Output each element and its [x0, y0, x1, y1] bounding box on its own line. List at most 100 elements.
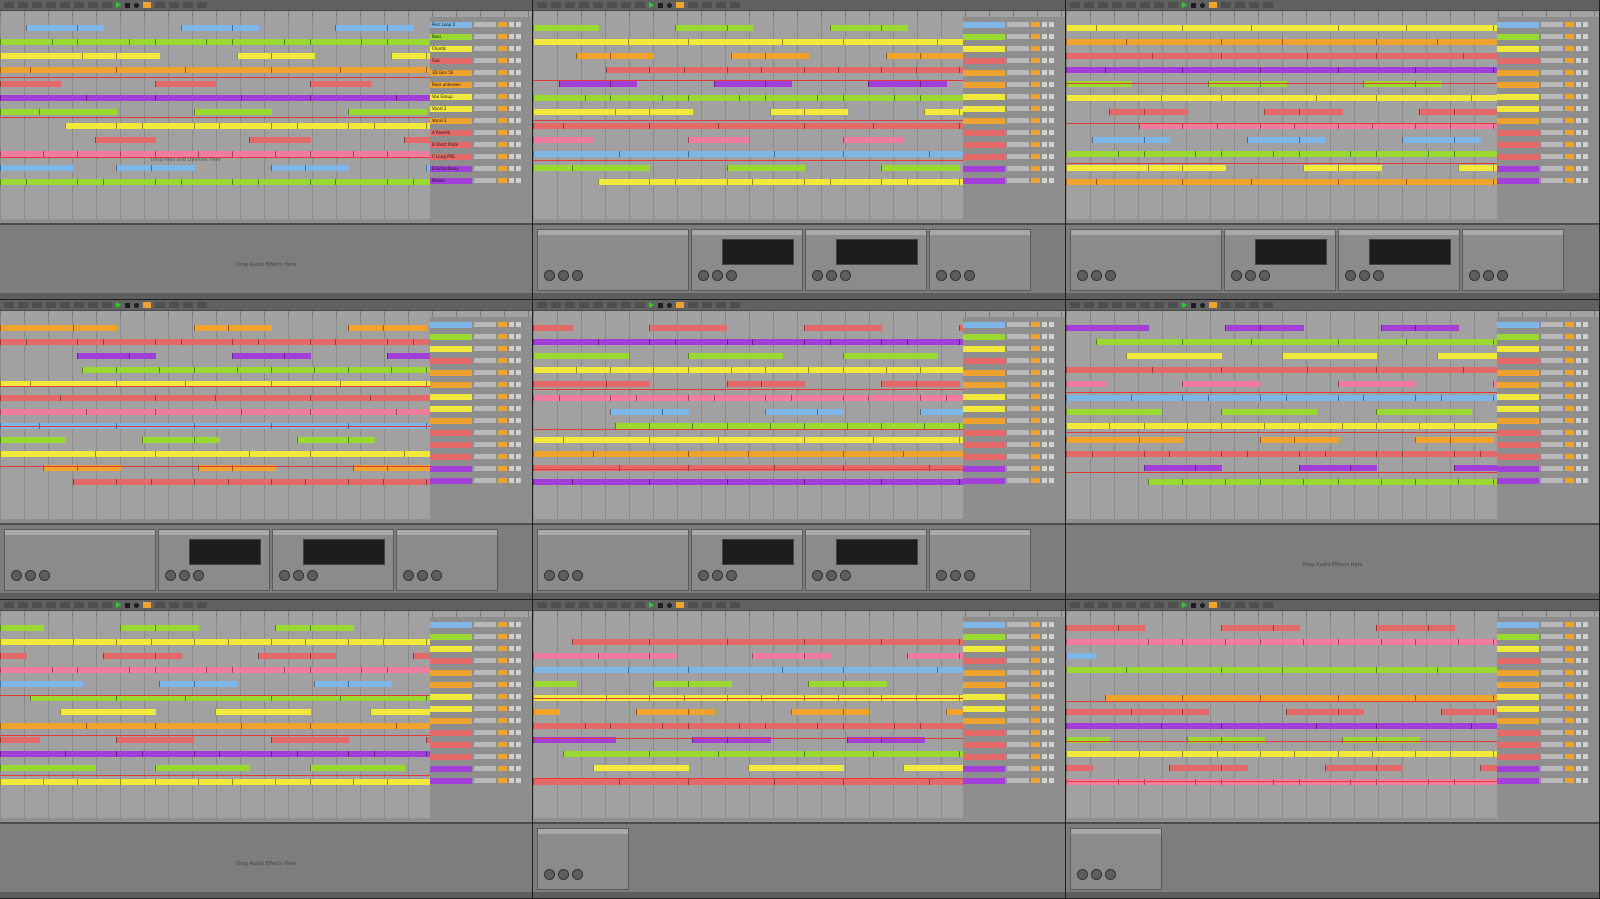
clip[interactable]: [77, 353, 130, 359]
knob[interactable]: [1245, 270, 1256, 281]
track-activator[interactable]: [1031, 142, 1040, 147]
automation-line[interactable]: [533, 389, 963, 390]
clip[interactable]: [915, 67, 960, 73]
track-lane[interactable]: [1066, 409, 1497, 415]
automation-line[interactable]: [0, 735, 430, 736]
clip[interactable]: [1066, 81, 1132, 87]
clip[interactable]: [760, 381, 805, 387]
clip[interactable]: [649, 109, 694, 115]
mixer-strip[interactable]: [430, 321, 532, 328]
solo-button[interactable]: [1576, 454, 1581, 459]
track-activator[interactable]: [498, 346, 507, 351]
clip[interactable]: [1436, 667, 1498, 673]
clip[interactable]: [1221, 53, 1309, 59]
solo-button[interactable]: [1042, 22, 1047, 27]
track-name[interactable]: [1497, 321, 1539, 328]
clip[interactable]: [1453, 151, 1498, 157]
track-lane[interactable]: [0, 653, 431, 659]
track-name[interactable]: [963, 33, 1005, 40]
routing-selector[interactable]: [1007, 166, 1029, 171]
mixer-strip[interactable]: [963, 93, 1065, 100]
clip[interactable]: [1337, 639, 1382, 645]
clip[interactable]: [1415, 639, 1460, 645]
arm-button[interactable]: [1049, 94, 1054, 99]
device-title-bar[interactable]: [692, 530, 802, 535]
device-title-bar[interactable]: [538, 530, 688, 535]
arm-button[interactable]: [516, 46, 521, 51]
track-activator[interactable]: [1565, 670, 1574, 675]
solo-button[interactable]: [509, 370, 514, 375]
routing-selector[interactable]: [474, 442, 496, 447]
track-activator[interactable]: [1031, 694, 1040, 699]
knob[interactable]: [936, 570, 947, 581]
clip[interactable]: [597, 653, 651, 659]
clip[interactable]: [309, 95, 397, 101]
toolbar-button[interactable]: [1221, 302, 1231, 308]
routing-selector[interactable]: [1541, 430, 1563, 435]
solo-button[interactable]: [1042, 322, 1047, 327]
audio-device[interactable]: [805, 529, 927, 591]
clip[interactable]: [533, 667, 629, 673]
routing-selector[interactable]: [474, 382, 496, 387]
track-name[interactable]: [963, 729, 1005, 736]
toolbar-button[interactable]: [1098, 602, 1108, 608]
mixer-strip[interactable]: [963, 69, 1065, 76]
track-activator[interactable]: [1031, 454, 1040, 459]
track-activator[interactable]: [1031, 442, 1040, 447]
clip[interactable]: [1376, 451, 1404, 457]
arm-button[interactable]: [516, 406, 521, 411]
clip[interactable]: [1272, 779, 1300, 785]
clip[interactable]: [1350, 779, 1378, 785]
clip[interactable]: [1264, 423, 1300, 429]
clip[interactable]: [683, 67, 728, 73]
clip[interactable]: [791, 709, 844, 715]
solo-button[interactable]: [1576, 670, 1581, 675]
mixer-strip[interactable]: [963, 57, 1065, 64]
clip[interactable]: [1066, 625, 1119, 631]
toolbar-button[interactable]: [688, 602, 698, 608]
toolbar-button[interactable]: [197, 302, 207, 308]
arm-button[interactable]: [516, 358, 521, 363]
clip[interactable]: [1182, 381, 1261, 387]
routing-selector[interactable]: [1007, 94, 1029, 99]
routing-selector[interactable]: [474, 694, 496, 699]
solo-button[interactable]: [1576, 778, 1581, 783]
clip[interactable]: [0, 339, 27, 345]
track-lane[interactable]: [1066, 681, 1497, 687]
arrangement-view[interactable]: [1066, 317, 1498, 519]
mixer-strip[interactable]: [963, 741, 1065, 748]
clip[interactable]: [309, 625, 354, 631]
clip[interactable]: [184, 67, 272, 73]
arm-button[interactable]: [516, 754, 521, 759]
routing-selector[interactable]: [1541, 622, 1563, 627]
track-activator[interactable]: [1565, 22, 1574, 27]
clip[interactable]: [533, 779, 620, 785]
solo-button[interactable]: [1042, 694, 1047, 699]
clip[interactable]: [77, 667, 130, 673]
track-activator[interactable]: [498, 322, 507, 327]
routing-selector[interactable]: [1007, 754, 1029, 759]
track-name[interactable]: [430, 333, 472, 340]
clip[interactable]: [77, 179, 105, 185]
track-lane[interactable]: [1066, 709, 1498, 715]
track-name[interactable]: [430, 705, 472, 712]
clip[interactable]: [232, 667, 285, 673]
clip[interactable]: [584, 723, 612, 729]
clip[interactable]: [829, 25, 883, 31]
clip[interactable]: [94, 451, 156, 457]
clip[interactable]: [240, 95, 311, 101]
clip[interactable]: [1419, 423, 1455, 429]
routing-selector[interactable]: [1541, 730, 1563, 735]
track-name[interactable]: [1497, 117, 1539, 124]
track-activator[interactable]: [498, 46, 507, 51]
track-activator[interactable]: [498, 70, 507, 75]
clip[interactable]: [309, 667, 363, 673]
arm-button[interactable]: [516, 82, 521, 87]
routing-selector[interactable]: [1007, 670, 1029, 675]
clip[interactable]: [382, 325, 427, 331]
clip[interactable]: [0, 681, 83, 687]
track-activator[interactable]: [498, 118, 507, 123]
clip[interactable]: [808, 367, 844, 373]
clip[interactable]: [236, 53, 272, 59]
clip[interactable]: [829, 179, 883, 185]
